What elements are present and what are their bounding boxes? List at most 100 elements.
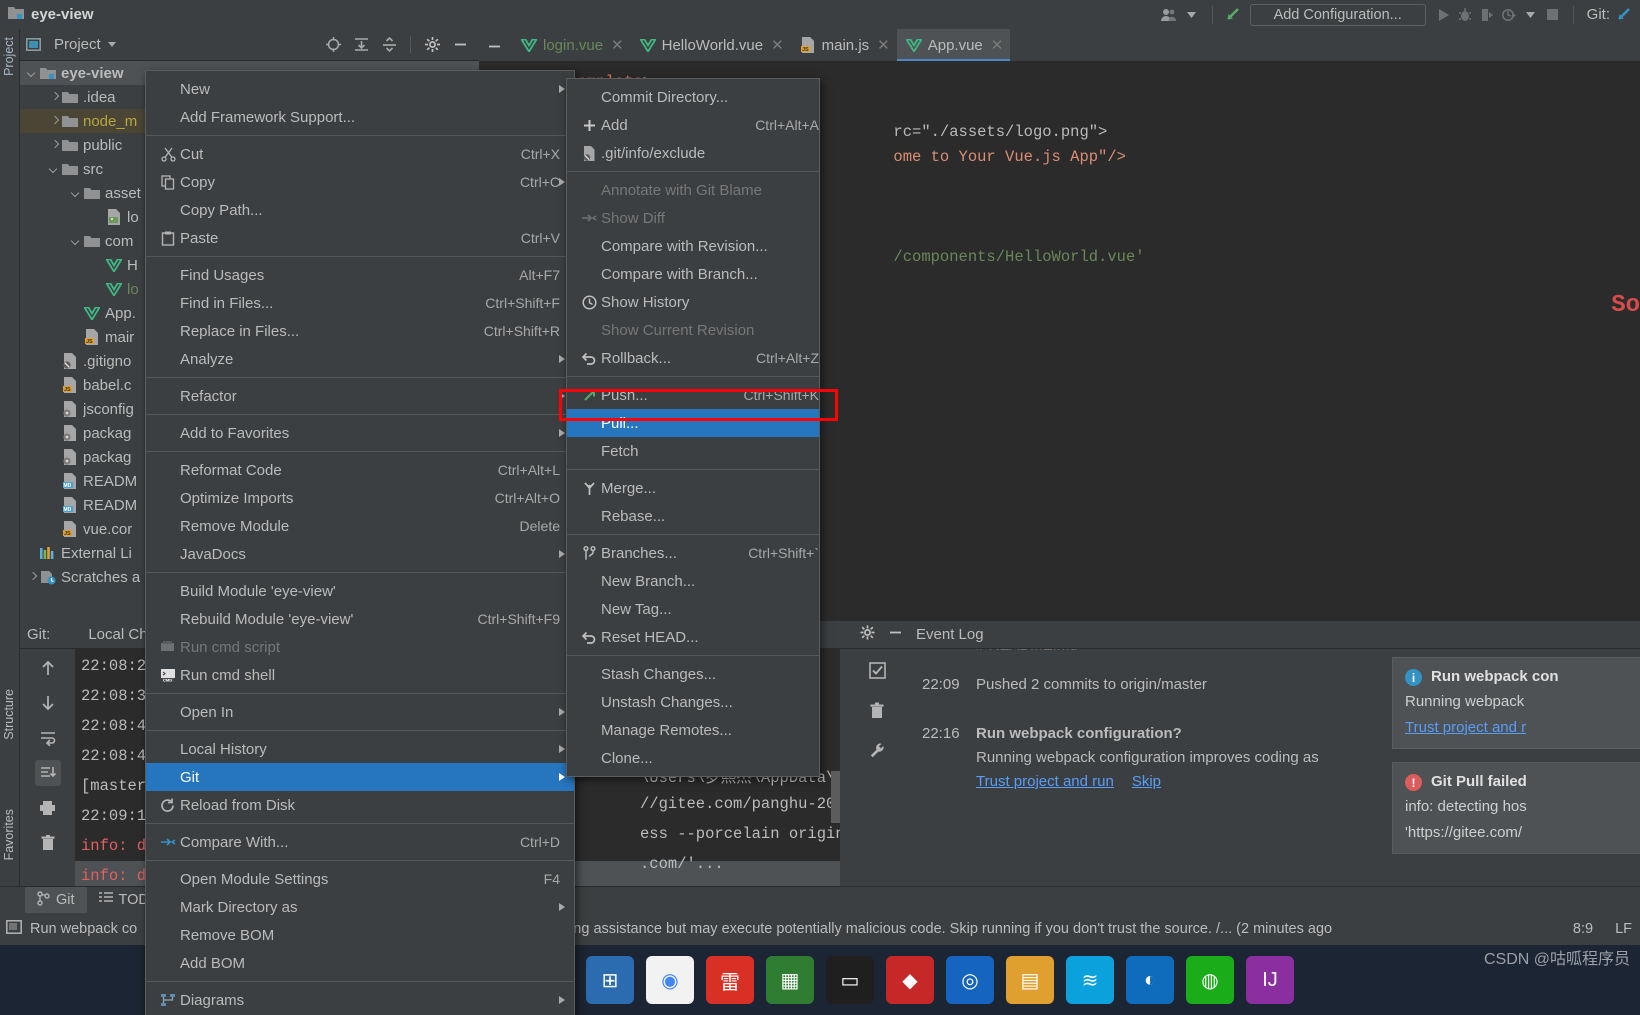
menu-item[interactable]: Push... Ctrl+Shift+K [567,381,819,409]
menu-item[interactable]: Show History [567,288,819,316]
menu-item[interactable]: CMD Run cmd shell [146,661,574,689]
menu-item[interactable]: Open Module Settings F4 [146,865,574,893]
taskbar-app-7-icon[interactable]: ◎ [946,956,994,1004]
menu-item[interactable]: Find Usages Alt+F7 [146,261,574,289]
editor-tab[interactable]: HelloWorld.vue ✕ [631,29,791,61]
menu-item[interactable]: New Tag... [567,595,819,623]
notification-balloon-gitpull[interactable]: ! Git Pull failed info: detecting hos 'h… [1392,762,1640,854]
debug-icon[interactable] [1454,4,1476,26]
menu-item[interactable]: Remove BOM [146,921,574,949]
taskbar-edge-icon[interactable]: ◐ [1126,956,1174,1004]
mark-read-icon[interactable] [864,657,890,683]
menu-item[interactable]: Unstash Changes... [567,688,819,716]
taskbar-app-3-icon[interactable]: 雷 [706,956,754,1004]
menu-item[interactable]: Add BOM [146,949,574,977]
tool-button-favorites[interactable]: Favorites [2,809,16,860]
menu-item[interactable]: Add Framework Support... [146,103,574,131]
event-link[interactable]: Skip [1132,773,1161,790]
soft-wrap-icon[interactable] [35,725,61,751]
tool-window-git[interactable]: Git [25,887,87,913]
menu-item[interactable]: New [146,75,574,103]
menu-item[interactable]: Reformat Code Ctrl+Alt+L [146,456,574,484]
notification-balloon-webpack[interactable]: i Run webpack con Running webpack Trust … [1392,657,1640,749]
locate-icon[interactable] [320,32,346,58]
close-icon[interactable]: ✕ [771,36,784,54]
menu-item[interactable]: Add to Favorites [146,419,574,447]
settings-gear-icon[interactable] [860,625,875,644]
collapse-all-icon[interactable] [376,32,402,58]
tool-button-structure[interactable]: Structure [2,689,16,740]
menu-item[interactable]: Paste Ctrl+V [146,224,574,252]
taskbar-app-9-icon[interactable]: ≋ [1066,956,1114,1004]
chevron-right-icon[interactable] [26,571,39,584]
menu-item[interactable]: Add Ctrl+Alt+A [567,111,819,139]
close-icon[interactable]: ✕ [991,36,1004,54]
menu-item[interactable]: New Branch... [567,567,819,595]
menu-item[interactable]: Fetch [567,437,819,465]
menu-item[interactable]: Compare with Branch... [567,260,819,288]
wrench-icon[interactable] [864,737,890,763]
editor-tab[interactable]: login.vue ✕ [512,29,631,61]
menu-item[interactable]: Compare With... Ctrl+D [146,828,574,856]
menu-item[interactable]: Optimize Imports Ctrl+Alt+O [146,484,574,512]
profile-icon[interactable] [1498,4,1520,26]
menu-item[interactable]: Reload from Disk [146,791,574,819]
menu-item[interactable]: Branches... Ctrl+Shift+` [567,539,819,567]
chevron-down-icon[interactable] [48,163,61,176]
trash-icon[interactable] [35,830,61,856]
vcs-update-icon[interactable] [1222,4,1244,26]
terminal-icon[interactable] [6,920,22,938]
menu-item[interactable]: .git/info/exclude [567,139,819,167]
menu-item[interactable]: Reset HEAD... [567,623,819,651]
up-arrow-icon[interactable] [35,655,61,681]
chevron-down-icon[interactable] [70,235,83,248]
close-icon[interactable]: ✕ [611,36,624,54]
menu-item[interactable]: Commit Directory... [567,83,819,111]
menu-item[interactable]: Replace in Files... Ctrl+Shift+R [146,317,574,345]
expand-all-icon[interactable] [348,32,374,58]
chevron-right-icon[interactable] [48,139,61,152]
close-icon[interactable]: ✕ [877,36,890,54]
menu-item[interactable]: Refactor [146,382,574,410]
user-avatar-icon[interactable] [1159,4,1181,26]
menu-item[interactable]: Merge... [567,474,819,502]
menu-item[interactable]: Local History [146,735,574,763]
line-separator[interactable]: LF [1615,921,1632,937]
menu-item[interactable]: Mark Directory as [146,893,574,921]
taskbar-idea-icon[interactable]: IJ [1246,956,1294,1004]
hide-icon[interactable] [888,625,903,644]
chevron-down-icon[interactable] [26,67,39,80]
menu-item[interactable]: Rebuild Module 'eye-view' Ctrl+Shift+F9 [146,605,574,633]
tool-button-project[interactable]: Project [2,37,16,76]
menu-item[interactable]: Open In [146,698,574,726]
menu-item[interactable]: Git [146,763,574,791]
menu-item[interactable]: Stash Changes... [567,660,819,688]
chevron-down-icon[interactable] [1520,4,1542,26]
menu-item[interactable]: Copy Ctrl+C [146,168,574,196]
menu-item[interactable]: Cut Ctrl+X [146,140,574,168]
chevron-down-icon[interactable] [107,42,116,47]
menu-item[interactable]: Compare with Revision... [567,232,819,260]
event-link[interactable]: Trust project and run [976,773,1114,790]
menu-item[interactable]: Rebase... [567,502,819,530]
git-submenu[interactable]: Commit Directory... Add Ctrl+Alt+A .git/inf… [566,78,820,777]
taskbar-chrome-icon[interactable]: ◉ [646,956,694,1004]
menu-item[interactable]: Clone... [567,744,819,772]
chevron-right-icon[interactable] [48,115,61,128]
chevron-right-icon[interactable] [48,91,61,104]
menu-item[interactable]: JavaDocs [146,540,574,568]
editor-tab[interactable]: App.vue ✕ [896,29,1011,61]
menu-item[interactable]: Pull... [567,409,819,437]
taskbar-wechat-icon[interactable]: ◍ [1186,956,1234,1004]
hide-editor-icon[interactable] [487,39,502,54]
balloon-link[interactable]: Trust project and r [1405,719,1526,736]
trash-icon[interactable] [864,697,890,723]
editor-tab[interactable]: JS main.js ✕ [791,29,897,61]
menu-item[interactable]: Analyze [146,345,574,373]
menu-item[interactable]: Manage Remotes... [567,716,819,744]
taskbar-start-icon[interactable]: ⊞ [586,956,634,1004]
stop-icon[interactable] [1542,4,1564,26]
taskbar-folder-icon[interactable]: ▤ [1006,956,1054,1004]
hide-icon[interactable] [447,32,473,58]
taskbar-app-4-icon[interactable]: ▦ [766,956,814,1004]
